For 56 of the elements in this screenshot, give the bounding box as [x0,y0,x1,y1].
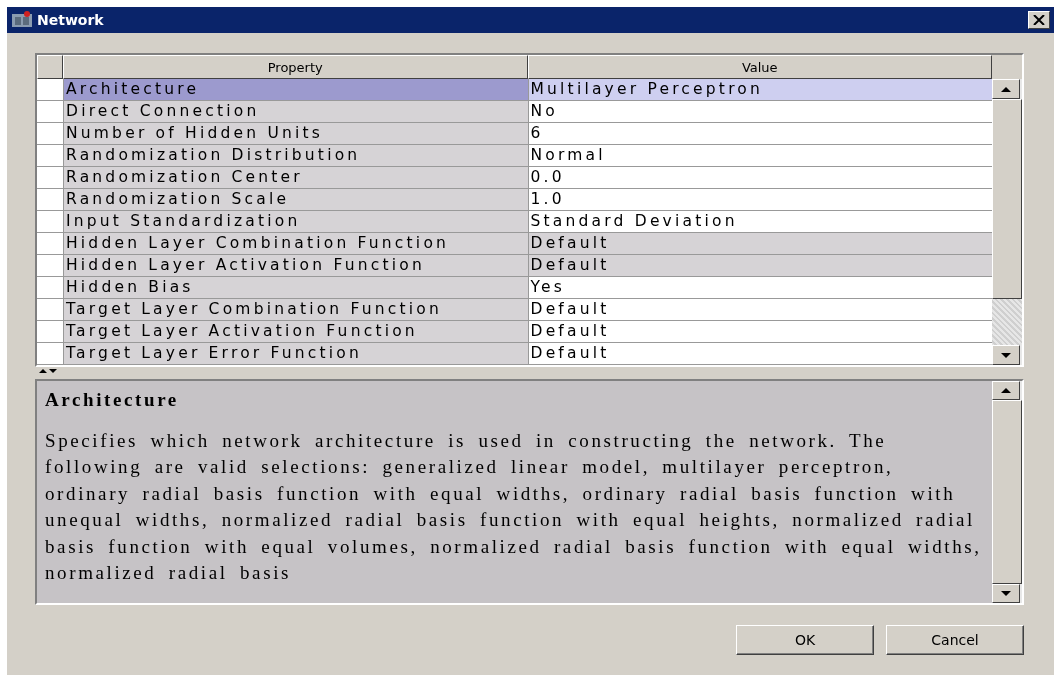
down-arrow-icon [1001,591,1011,597]
row-header[interactable] [37,167,63,189]
scroll-up-button[interactable] [992,381,1020,400]
property-cell[interactable]: Input Standardization [63,211,528,233]
property-cell[interactable]: Direct Connection [63,101,528,123]
value-cell[interactable]: Default [527,321,992,343]
row-header[interactable] [37,233,63,255]
value-cell[interactable]: No [527,101,992,123]
scroll-thumb[interactable] [992,99,1022,299]
property-cell[interactable]: Target Layer Activation Function [63,321,528,343]
up-arrow-icon [1001,387,1011,393]
value-cell[interactable]: Multilayer Perceptron [527,79,992,101]
property-cell[interactable]: Randomization Scale [63,189,528,211]
row-header[interactable] [37,101,63,123]
description-text: Specifies which network architecture is used in constructing the network. The following are valid selections: generalized linear model, multilayer perceptron, ordinary radial basis function with equal widths, ordinary radial basis function with unequal widths, normalized radial basis function with equal heights, normalized radial basis function with equal volumes, normalized radial basis function with equal widths, normalized radial basis [45,428,983,585]
row-header[interactable] [37,255,63,277]
row-header[interactable] [37,145,63,167]
property-cell[interactable]: Target Layer Error Function [63,343,528,365]
property-cell[interactable]: Randomization Center [63,167,528,189]
property-cell[interactable]: Architecture [63,79,528,101]
property-cell[interactable]: Number of Hidden Units [63,123,528,145]
property-cell[interactable]: Randomization Distribution [63,145,528,167]
value-cell[interactable]: Standard Deviation [527,211,992,233]
value-cell[interactable]: Normal [527,145,992,167]
up-arrow-icon [1001,86,1011,92]
down-arrow-icon [1001,352,1011,358]
description-heading: Architecture [45,388,179,412]
row-header[interactable] [37,211,63,233]
scrollbar[interactable] [992,381,1022,603]
scroll-down-button[interactable] [992,345,1020,365]
value-cell[interactable]: Default [527,343,992,365]
value-cell[interactable]: 6 [527,123,992,145]
scroll-thumb[interactable] [992,399,1022,585]
column-header[interactable]: Value [527,55,992,79]
row-header[interactable] [37,189,63,211]
row-header[interactable] [37,299,63,321]
property-cell[interactable]: Target Layer Combination Function [63,299,528,321]
property-cell[interactable]: Hidden Bias [63,277,528,299]
row-header[interactable] [37,79,63,101]
close-icon [1033,15,1045,25]
scroll-up-button[interactable] [992,79,1020,99]
dialog-button[interactable]: OK [736,625,874,655]
value-cell[interactable]: Yes [527,277,992,299]
value-cell[interactable]: Default [527,299,992,321]
row-header[interactable] [37,277,63,299]
row-header[interactable] [37,123,63,145]
dialog-button[interactable]: Cancel [886,625,1024,655]
network-icon [11,11,33,29]
value-cell[interactable]: 0.0 [527,167,992,189]
row-header[interactable] [37,321,63,343]
column-header[interactable]: Property [63,55,528,79]
window-title: Network [37,12,105,28]
scroll-down-button[interactable] [992,584,1020,603]
close-button[interactable] [1028,11,1050,29]
scrollbar[interactable] [992,79,1022,365]
value-cell[interactable]: 1.0 [527,189,992,211]
